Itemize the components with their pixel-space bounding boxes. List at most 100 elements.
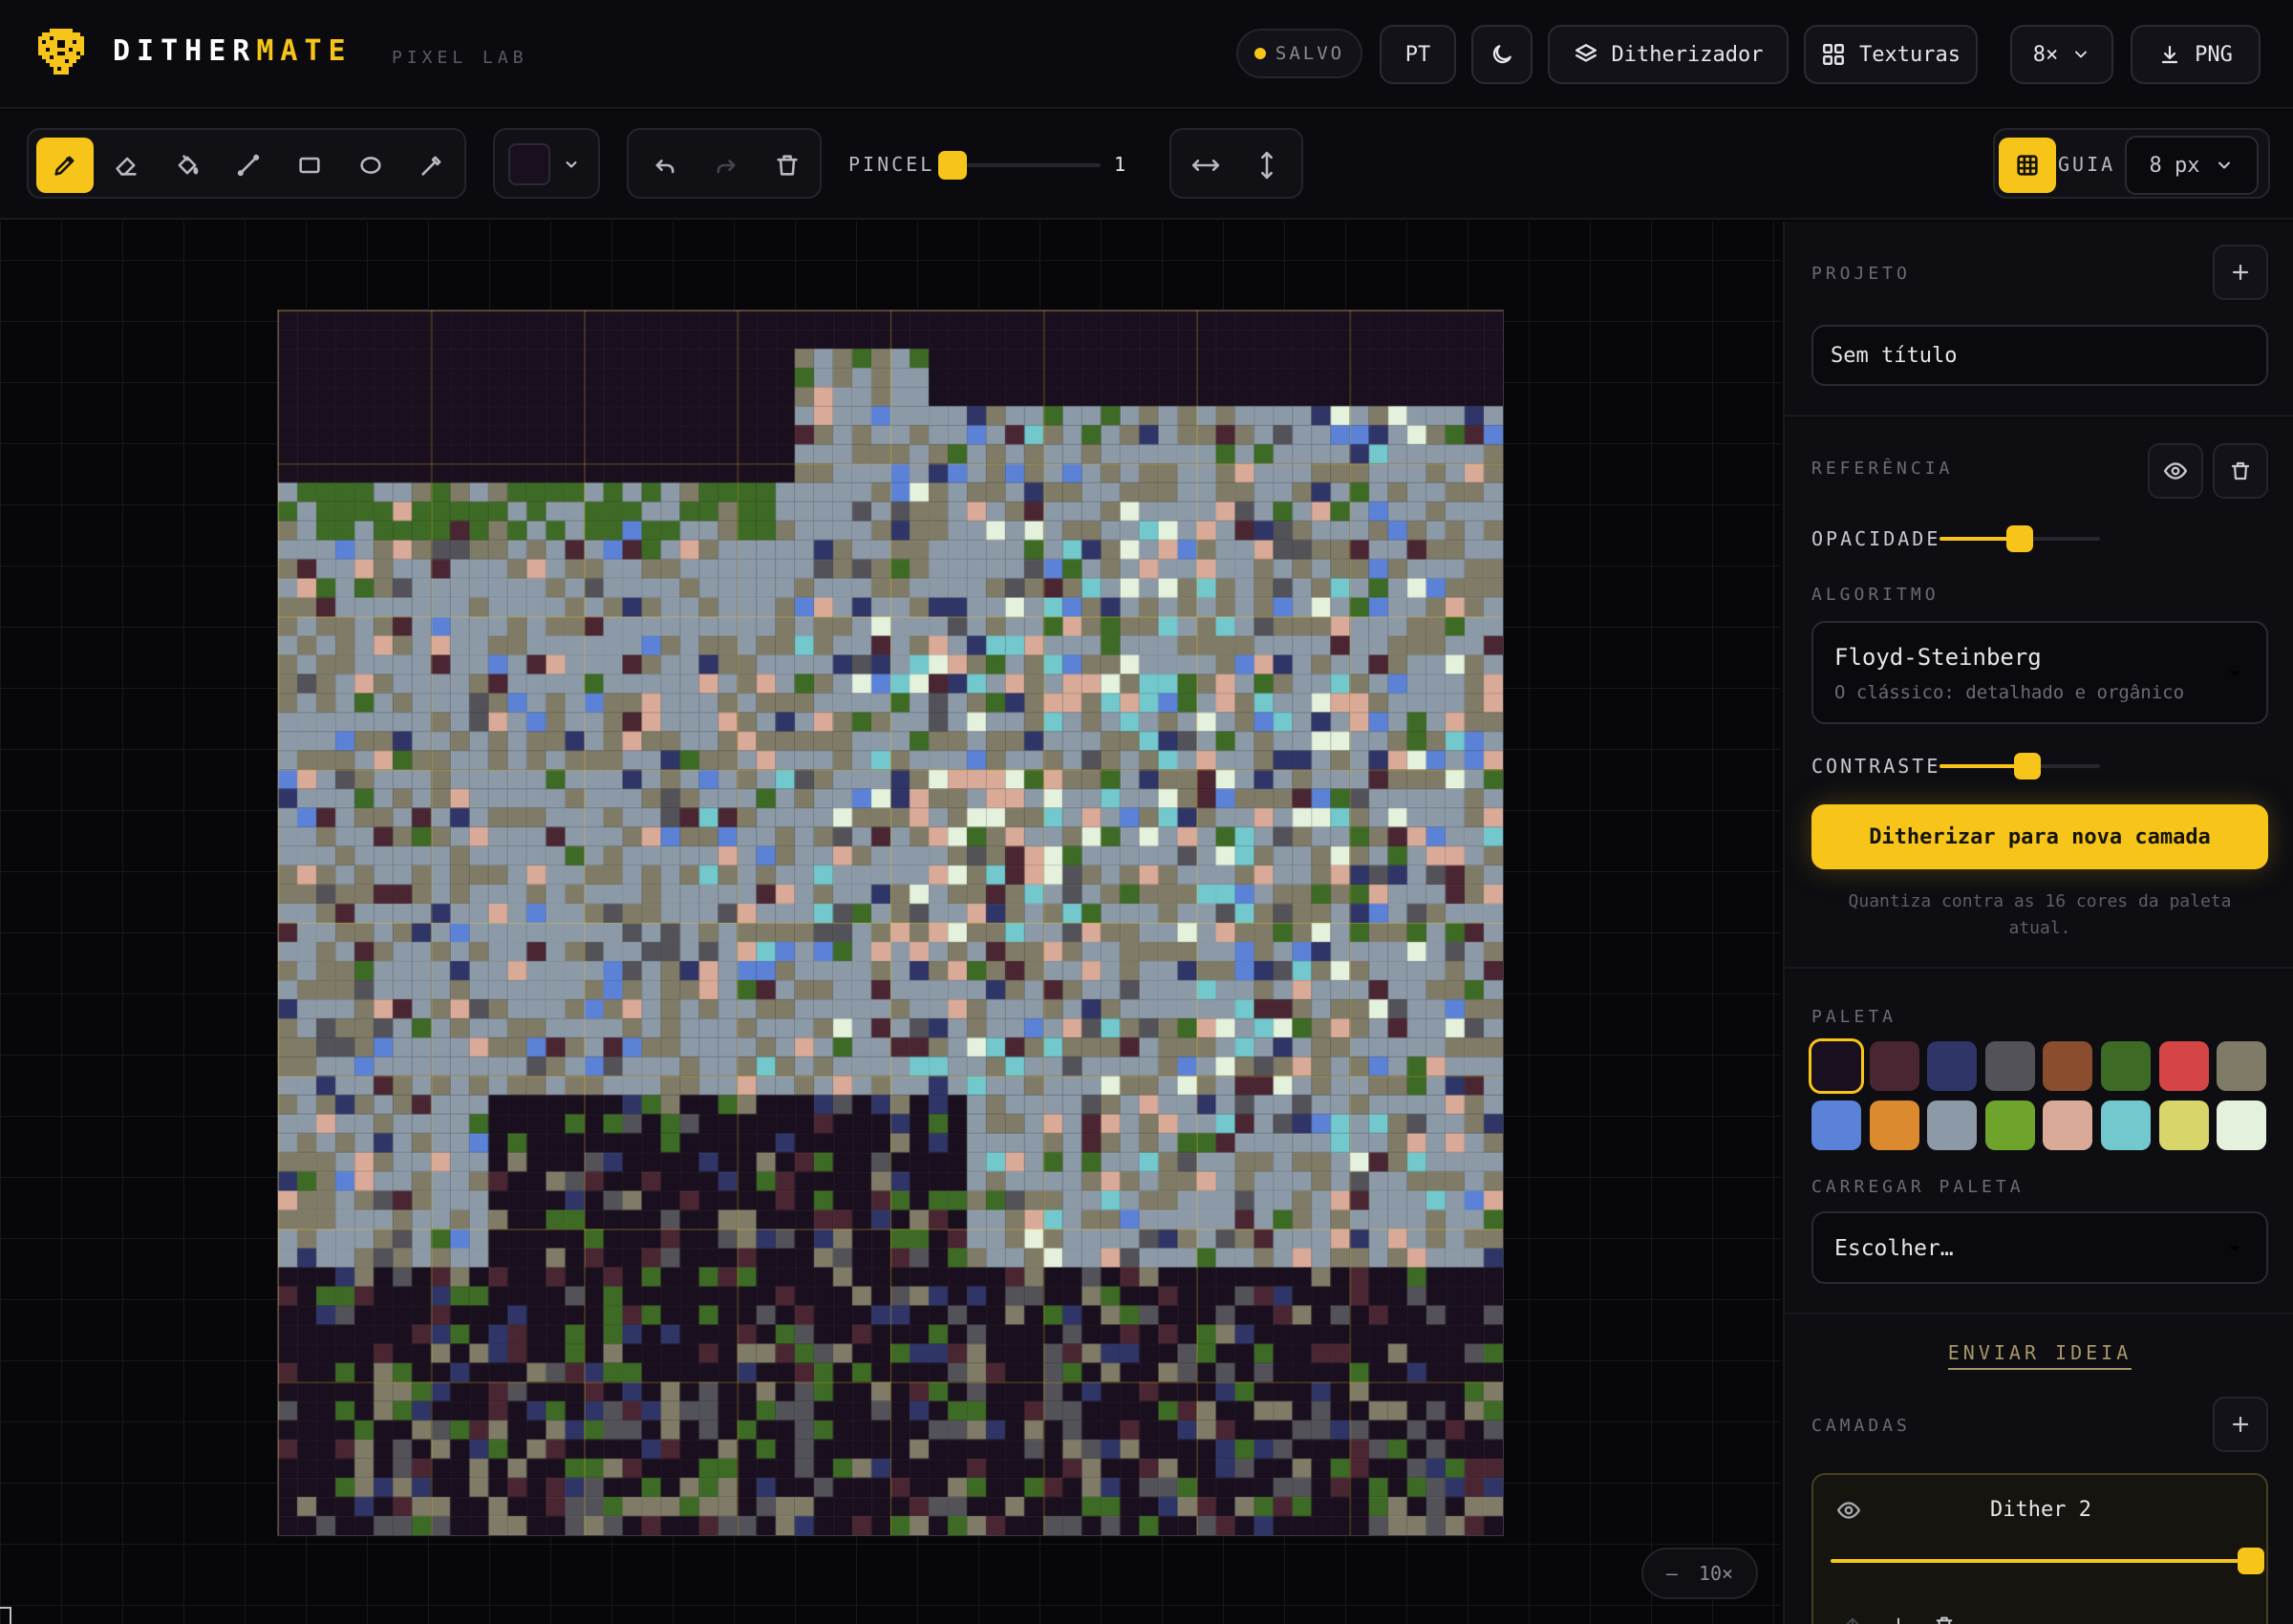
zoom-out-button[interactable]: –	[1666, 1562, 1678, 1585]
pixel-canvas[interactable]	[277, 310, 1504, 1536]
contrast-label: CONTRASTE	[1811, 755, 1941, 778]
palette-swatch[interactable]	[1984, 1100, 2035, 1150]
plus-icon	[2232, 264, 2249, 281]
theme-toggle-button[interactable]	[1471, 25, 1532, 84]
project-name-field[interactable]: Sem título	[1811, 325, 2268, 386]
brand-word-2: MATE	[256, 34, 353, 68]
opacity-label: OPACIDADE	[1811, 527, 1941, 550]
layer-item[interactable]: Dither 2	[1811, 1473, 2268, 1624]
ellipse-tool-button[interactable]	[342, 138, 399, 193]
dither-hint-text: Quantiza contra as 16 cores da paleta at…	[1848, 891, 2232, 938]
clear-canvas-button[interactable]	[759, 138, 816, 193]
export-png-button[interactable]: PNG	[2131, 25, 2261, 84]
ditherizer-button[interactable]: Ditherizador	[1548, 25, 1789, 84]
algorithm-select[interactable]: Floyd-Steinberg O clássico: detalhado e …	[1811, 621, 2268, 724]
zoom-level: 10×	[1698, 1562, 1734, 1585]
load-palette-select[interactable]: Escolher…	[1811, 1211, 2268, 1284]
brush-size-label: PINCEL	[848, 153, 935, 176]
plus-icon	[2232, 1416, 2249, 1433]
palette-swatch[interactable]	[2043, 1041, 2093, 1091]
textures-button[interactable]: Texturas	[1804, 25, 1978, 84]
grid-icon	[2017, 155, 2038, 176]
app-brand: DITHERMATE	[113, 34, 353, 68]
brand-word-1: DITHER	[113, 34, 257, 68]
palette-swatch[interactable]	[1809, 1038, 1864, 1094]
arrows-horizontal-icon	[1191, 160, 1220, 171]
saved-label: SALVO	[1275, 43, 1345, 64]
palette-swatch[interactable]	[2158, 1100, 2209, 1150]
palette-swatch[interactable]	[2101, 1100, 2151, 1150]
current-color-swatch[interactable]	[508, 143, 550, 185]
fill-tool-button[interactable]	[159, 138, 216, 193]
load-palette-label: CARREGAR PALETA	[1811, 1177, 2025, 1197]
divider	[1785, 415, 2293, 417]
eraser-tool-button[interactable]	[97, 138, 155, 193]
brush-size-slider-thumb[interactable]	[938, 151, 967, 180]
zoom-control: – 10×	[1641, 1548, 1758, 1599]
redo-button[interactable]	[697, 138, 755, 193]
arrow-down-icon[interactable]	[1888, 1614, 1909, 1624]
palette-swatch[interactable]	[1869, 1041, 1919, 1091]
chevron-down-icon	[566, 160, 577, 168]
reference-section-label: REFERÊNCIA	[1811, 459, 1954, 479]
rectangle-icon	[299, 157, 320, 174]
chevron-down-icon	[2218, 161, 2231, 169]
contrast-slider-thumb[interactable]	[2014, 753, 2042, 780]
project-section-label: PROJETO	[1811, 264, 1911, 284]
guide-toggle-button[interactable]	[1999, 138, 2056, 193]
palette-swatch[interactable]	[2217, 1041, 2267, 1091]
project-name-value: Sem título	[1831, 344, 1958, 368]
eraser-icon	[116, 157, 137, 176]
eyedropper-tool-button[interactable]	[403, 138, 461, 193]
canvas-stage: – 10×	[0, 222, 1781, 1624]
trash-icon[interactable]	[1934, 1614, 1955, 1624]
algorithm-section-label: ALGORITMO	[1811, 585, 1939, 605]
palette-swatch[interactable]	[2101, 1041, 2151, 1091]
color-picker-group[interactable]	[493, 128, 600, 199]
delete-reference-button[interactable]	[2213, 443, 2268, 499]
eye-icon	[2163, 462, 2188, 480]
palette-swatch[interactable]	[1811, 1100, 1861, 1150]
guide-label: GUIA	[2058, 153, 2116, 176]
paint-bucket-icon	[178, 155, 199, 175]
chevron-down-icon	[2075, 51, 2088, 58]
palette-swatch[interactable]	[1869, 1100, 1919, 1150]
history-group	[627, 128, 822, 199]
palette-swatch[interactable]	[1927, 1100, 1978, 1150]
palette-swatch[interactable]	[1927, 1041, 1978, 1091]
undo-button[interactable]	[636, 138, 694, 193]
logo-icon	[38, 29, 84, 75]
layer-name: Dither 2	[1990, 1498, 2091, 1522]
guide-size-value: 8 px	[2149, 153, 2200, 178]
line-tool-button[interactable]	[220, 138, 277, 193]
guide-size-select[interactable]: 8 px	[2125, 136, 2259, 195]
palette-swatch[interactable]	[2043, 1100, 2093, 1150]
layer-opacity-slider-thumb[interactable]	[2238, 1548, 2264, 1574]
toggle-reference-button[interactable]	[2148, 443, 2203, 499]
flip-vertical-button[interactable]	[1238, 138, 1296, 193]
algorithm-name: Floyd-Steinberg	[1834, 644, 2042, 671]
guide-group: 8 px	[1993, 128, 2270, 199]
language-label: PT	[1404, 42, 1431, 67]
palette-swatch[interactable]	[2217, 1100, 2267, 1150]
ditherizer-label: Ditherizador	[1611, 42, 1764, 67]
dither-to-new-layer-button[interactable]: Ditherizar para nova camada	[1811, 804, 2268, 869]
rectangle-tool-button[interactable]	[281, 138, 338, 193]
export-label: PNG	[2195, 42, 2233, 67]
pencil-icon	[54, 156, 75, 176]
language-button[interactable]: PT	[1380, 25, 1456, 84]
algorithm-description: O clássico: detalhado e orgânico	[1834, 682, 2185, 703]
brush-size-slider[interactable]	[948, 163, 1101, 167]
top-bar: DITHERMATE PIXEL LAB SALVO PT Ditherizad…	[0, 0, 2293, 109]
opacity-slider-thumb[interactable]	[2006, 525, 2033, 552]
palette-swatch[interactable]	[1984, 1041, 2035, 1091]
scale-select[interactable]: 8×	[2010, 25, 2113, 84]
new-project-button[interactable]	[2213, 245, 2268, 300]
pencil-tool-button[interactable]	[36, 138, 94, 193]
send-idea-link[interactable]: ENVIAR IDEIA	[1947, 1341, 2132, 1370]
brush-size-value: 1	[1114, 153, 1126, 176]
arrow-up-icon[interactable]	[1842, 1614, 1863, 1624]
flip-horizontal-button[interactable]	[1177, 138, 1234, 193]
add-layer-button[interactable]	[2213, 1397, 2268, 1452]
palette-swatch[interactable]	[2158, 1041, 2209, 1091]
